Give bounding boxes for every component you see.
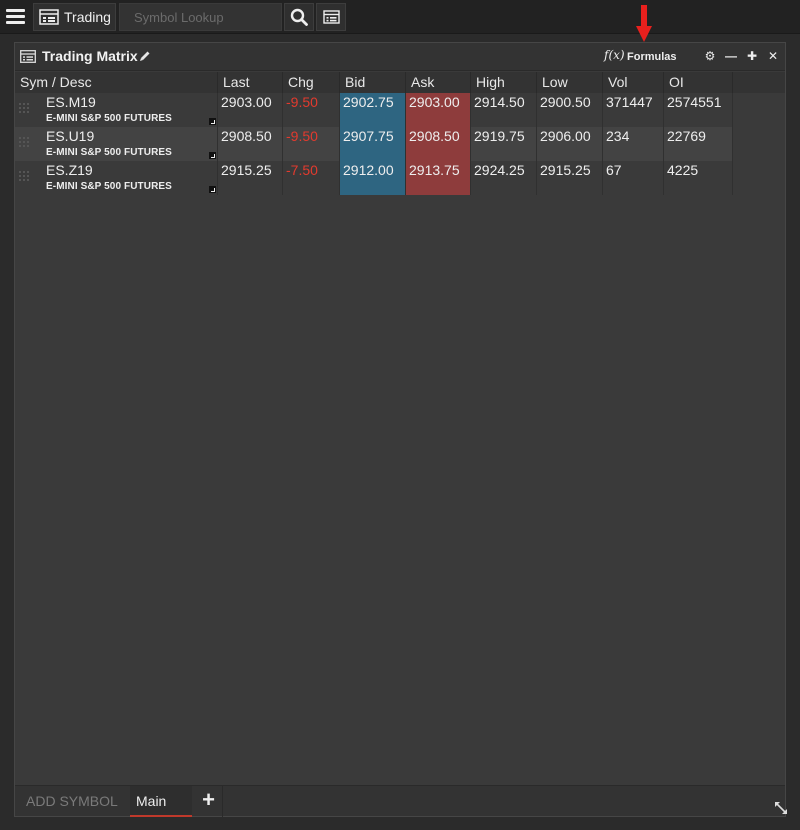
high-cell: 2914.50: [471, 93, 537, 127]
add-symbol-button[interactable]: ADD SYMBOL: [15, 786, 129, 817]
add-icon[interactable]: ✚: [745, 49, 759, 63]
table-row[interactable]: ES.U19 E-MINI S&P 500 FUTURES 2908.50 -9…: [15, 127, 733, 161]
resize-corner-icon[interactable]: [209, 186, 216, 193]
high-cell: 2924.25: [471, 161, 537, 195]
table-row[interactable]: ES.M19 E-MINI S&P 500 FUTURES 2903.00 -9…: [15, 93, 733, 127]
menu-icon[interactable]: [4, 6, 28, 28]
search-icon: [290, 8, 308, 26]
column-header-high[interactable]: High: [471, 72, 537, 93]
drag-handle-icon[interactable]: [18, 102, 30, 116]
trading-label: Trading: [64, 9, 111, 25]
sym-desc-cell: ES.Z19 E-MINI S&P 500 FUTURES: [15, 161, 218, 195]
chg-cell: -7.50: [283, 161, 340, 195]
bid-cell[interactable]: 2912.00: [340, 161, 406, 195]
resize-expand-icon[interactable]: [774, 801, 788, 815]
chg-cell: -9.50: [283, 127, 340, 161]
chg-cell: -9.50: [283, 93, 340, 127]
add-tab-button[interactable]: +: [195, 786, 223, 817]
last-cell: 2903.00: [218, 93, 283, 127]
symbol-text[interactable]: ES.M19: [46, 94, 96, 110]
top-toolbar: Trading: [0, 0, 800, 42]
sym-desc-cell: ES.M19 E-MINI S&P 500 FUTURES: [15, 93, 218, 127]
vol-cell: 234: [603, 127, 664, 161]
symbol-lookup-input[interactable]: [119, 3, 282, 31]
trading-matrix-panel: Trading Matrix f(x) Formulas ⚙ — ✚ ✕ Sym…: [14, 42, 786, 817]
last-cell: 2908.50: [218, 127, 283, 161]
settings-gear-icon[interactable]: ⚙: [703, 49, 717, 63]
panel-header: Trading Matrix f(x) Formulas ⚙ — ✚ ✕: [15, 43, 785, 71]
trading-matrix-icon: [39, 9, 59, 25]
column-header-vol[interactable]: Vol: [603, 72, 664, 93]
bid-cell[interactable]: 2907.75: [340, 127, 406, 161]
oi-cell: 22769: [664, 127, 733, 161]
table-row[interactable]: ES.Z19 E-MINI S&P 500 FUTURES 2915.25 -7…: [15, 161, 733, 195]
description-text: E-MINI S&P 500 FUTURES: [46, 181, 172, 192]
symbol-text[interactable]: ES.U19: [46, 128, 94, 144]
window-grid-icon: [322, 10, 340, 24]
minimize-icon[interactable]: —: [724, 49, 738, 63]
oi-cell: 4225: [664, 161, 733, 195]
column-headers: Sym / Desc Last Chg Bid Ask High Low Vol…: [15, 72, 785, 93]
resize-corner-icon[interactable]: [209, 152, 216, 159]
search-button[interactable]: [284, 3, 314, 31]
low-cell: 2906.00: [537, 127, 603, 161]
oi-cell: 2574551: [664, 93, 733, 127]
edit-pencil-icon[interactable]: [139, 50, 151, 62]
description-text: E-MINI S&P 500 FUTURES: [46, 113, 172, 124]
resize-corner-icon[interactable]: [209, 118, 216, 125]
column-header-low[interactable]: Low: [537, 72, 603, 93]
tab-main[interactable]: Main: [130, 786, 192, 817]
column-header-ask[interactable]: Ask: [406, 72, 471, 93]
low-cell: 2900.50: [537, 93, 603, 127]
symbol-text[interactable]: ES.Z19: [46, 162, 93, 178]
bid-cell[interactable]: 2902.75: [340, 93, 406, 127]
last-cell: 2915.25: [218, 161, 283, 195]
column-header-oi[interactable]: OI: [664, 72, 733, 93]
drag-handle-icon[interactable]: [18, 136, 30, 150]
low-cell: 2915.25: [537, 161, 603, 195]
trading-matrix-icon: [20, 50, 36, 63]
formula-fx-icon: f(x): [604, 48, 625, 62]
annotation-arrow-icon: [636, 5, 652, 42]
column-header-chg[interactable]: Chg: [283, 72, 340, 93]
close-icon[interactable]: ✕: [766, 49, 780, 63]
trading-button[interactable]: Trading: [33, 3, 116, 31]
bottom-tab-bar: ADD SYMBOL Main +: [15, 785, 785, 817]
ask-cell[interactable]: 2903.00: [406, 93, 471, 127]
column-header-sym-desc[interactable]: Sym / Desc: [15, 72, 218, 93]
ask-cell[interactable]: 2908.50: [406, 127, 471, 161]
sym-desc-cell: ES.U19 E-MINI S&P 500 FUTURES: [15, 127, 218, 161]
vol-cell: 371447: [603, 93, 664, 127]
column-header-last[interactable]: Last: [218, 72, 283, 93]
high-cell: 2919.75: [471, 127, 537, 161]
vol-cell: 67: [603, 161, 664, 195]
column-header-bid[interactable]: Bid: [340, 72, 406, 93]
formulas-button[interactable]: Formulas: [627, 51, 677, 63]
panel-title: Trading Matrix: [42, 48, 138, 64]
new-window-button[interactable]: [316, 3, 346, 31]
drag-handle-icon[interactable]: [18, 170, 30, 184]
description-text: E-MINI S&P 500 FUTURES: [46, 147, 172, 158]
ask-cell[interactable]: 2913.75: [406, 161, 471, 195]
